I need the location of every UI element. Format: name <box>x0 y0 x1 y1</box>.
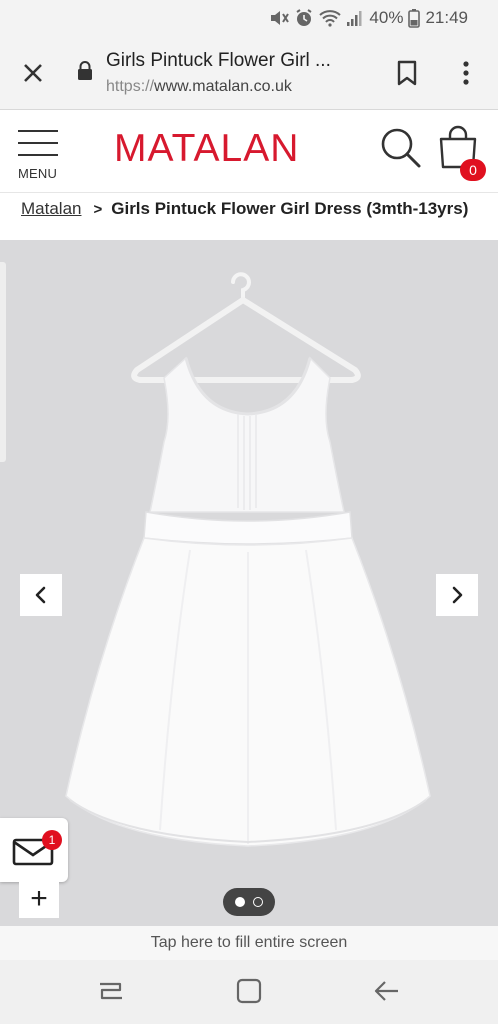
previous-image-button[interactable] <box>20 574 62 616</box>
battery-icon <box>408 8 421 28</box>
bookmark-icon[interactable] <box>394 58 420 88</box>
chevron-left-icon <box>35 586 46 604</box>
messages-button[interactable]: 1 <box>0 818 68 882</box>
hamburger-icon-bar <box>18 154 58 156</box>
chevron-right-icon <box>452 586 463 604</box>
home-icon[interactable] <box>234 976 264 1006</box>
url-host: www.matalan.co.uk <box>154 78 292 95</box>
side-drawer-handle[interactable] <box>0 262 6 462</box>
product-image[interactable] <box>0 240 498 926</box>
more-vert-icon[interactable] <box>455 58 477 88</box>
url-text[interactable]: https://www.matalan.co.uk <box>106 78 292 96</box>
site-header: MENU MATALAN 0 <box>0 111 498 193</box>
search-icon[interactable] <box>378 125 424 171</box>
breadcrumb: Matalan > Girls Pintuck Flower Girl Dres… <box>0 194 498 224</box>
fullscreen-hint[interactable]: Tap here to fill entire screen <box>0 926 498 960</box>
product-image-gallery[interactable]: 1 + <box>0 240 498 926</box>
menu-label: MENU <box>18 166 58 181</box>
mute-icon <box>269 9 290 27</box>
clock: 21:49 <box>425 8 468 27</box>
status-bar: 40% 21:49 <box>0 0 498 36</box>
close-icon[interactable] <box>18 58 48 88</box>
menu-button[interactable]: MENU <box>16 128 62 184</box>
lock-icon <box>76 60 94 82</box>
bag-count-badge: 0 <box>460 159 486 181</box>
plus-icon[interactable]: + <box>19 882 59 918</box>
wifi-icon <box>319 9 342 27</box>
hamburger-icon <box>18 130 58 132</box>
recent-apps-icon[interactable] <box>96 976 126 1006</box>
next-image-button[interactable] <box>436 574 478 616</box>
shopping-bag-button[interactable]: 0 <box>436 125 486 183</box>
system-nav-bar <box>0 960 498 1024</box>
status-icons: 40% 21:49 <box>269 7 468 29</box>
pagination-dot-active[interactable] <box>235 897 245 907</box>
url-scheme: https:// <box>106 78 155 95</box>
signal-icon <box>346 9 364 27</box>
browser-toolbar: Girls Pintuck Flower Girl ... https://ww… <box>0 36 498 110</box>
page-title[interactable]: Girls Pintuck Flower Girl ... <box>106 50 376 72</box>
battery-text: 40% <box>369 8 404 27</box>
breadcrumb-current: Girls Pintuck Flower Girl Dress (3mth-13… <box>111 199 469 218</box>
mail-badge: 1 <box>42 830 62 850</box>
breadcrumb-home-link[interactable]: Matalan <box>21 199 81 219</box>
breadcrumb-separator: > <box>93 200 103 218</box>
image-pagination <box>223 888 275 916</box>
back-icon[interactable] <box>372 976 402 1006</box>
matalan-logo[interactable]: MATALAN <box>114 127 299 171</box>
hamburger-icon-bar <box>18 142 58 144</box>
alarm-icon <box>294 8 314 28</box>
pagination-dot[interactable] <box>253 897 263 907</box>
